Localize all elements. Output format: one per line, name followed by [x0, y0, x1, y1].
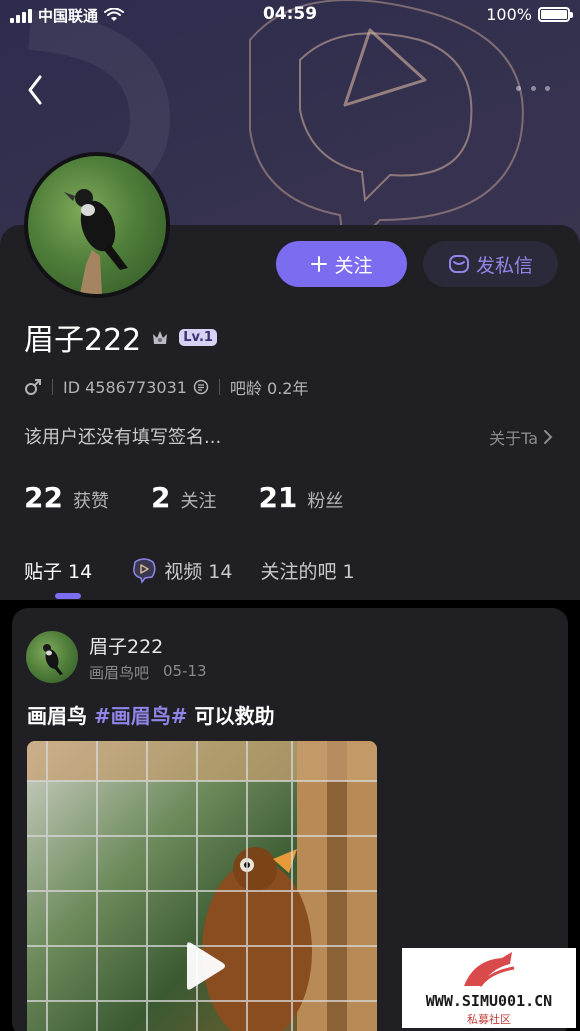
about-label: 关于Ta	[489, 429, 538, 448]
bar-age: 吧龄 0.2年	[229, 379, 309, 398]
stat-likes[interactable]: 22 获赞	[24, 481, 109, 514]
watermark-text: WWW.SIMU001.CN	[425, 992, 553, 1010]
more-dot-icon	[516, 85, 521, 91]
divider	[218, 379, 220, 395]
message-button-label: 发私信	[475, 254, 533, 277]
battery-icon	[538, 7, 573, 22]
user-id: ID 4586773031	[63, 377, 187, 397]
follow-button[interactable]: 关注	[276, 241, 407, 287]
mail-icon	[448, 255, 469, 273]
more-dot-icon	[545, 85, 550, 91]
post-title-prefix: 画眉鸟	[27, 704, 94, 728]
play-icon[interactable]	[173, 937, 231, 995]
post-video-thumbnail[interactable]	[27, 741, 377, 1031]
crown-badge-icon	[153, 331, 168, 344]
status-right: 100%	[486, 5, 573, 24]
watermark-logo	[464, 952, 515, 987]
stats-row: 22 获赞 2 关注 21 粉丝	[24, 481, 385, 514]
watermark-subtitle: 私募社区	[467, 1013, 511, 1026]
tab-followed-bars[interactable]: 关注的吧 1	[260, 557, 354, 584]
more-dot-icon	[530, 85, 536, 91]
stat-likes-label: 获赞	[72, 491, 109, 512]
name-row: 眉子222 Lv.1	[24, 315, 217, 359]
stat-fans-label: 粉丝	[307, 491, 344, 512]
tab-videos[interactable]: 视频 14	[130, 556, 232, 584]
chevron-right-icon	[544, 430, 553, 444]
stat-fans-value: 21	[258, 481, 298, 514]
bird-avatar-image	[64, 189, 128, 294]
male-icon	[25, 379, 41, 395]
status-bar: 中国联通 04:59 100%	[0, 0, 580, 30]
stat-likes-value: 22	[24, 481, 63, 514]
stat-following-label: 关注	[180, 491, 217, 512]
post-author-name[interactable]: 眉子222	[89, 632, 163, 659]
message-button[interactable]: 发私信	[423, 241, 558, 287]
about-link[interactable]: 关于Ta	[489, 425, 554, 449]
post-forum[interactable]: 画眉鸟吧	[89, 662, 149, 683]
post-meta: 画眉鸟吧 05-13	[89, 662, 207, 683]
video-tab-icon	[133, 558, 156, 584]
post-hashtag[interactable]: #画眉鸟#	[94, 704, 188, 728]
tab-posts-label: 贴子 14	[24, 560, 93, 583]
post-author-avatar[interactable]	[26, 631, 78, 683]
post-title[interactable]: 画眉鸟 #画眉鸟# 可以救助	[27, 700, 274, 729]
user-signature: 该用户还没有填写签名...	[24, 427, 222, 448]
bird-avatar-image	[43, 644, 63, 675]
stat-following-value: 2	[150, 481, 171, 514]
follow-button-label: 关注	[334, 254, 373, 277]
watermark: WWW.SIMU001.CN 私募社区	[402, 948, 576, 1028]
tab-followed-bars-label: 关注的吧 1	[260, 560, 355, 583]
profile-avatar[interactable]	[24, 152, 170, 298]
tab-posts[interactable]: 贴子 14	[24, 557, 93, 599]
stat-fans[interactable]: 21 粉丝	[258, 481, 343, 514]
post-date: 05-13	[163, 662, 207, 680]
more-button[interactable]	[516, 82, 550, 94]
back-button[interactable]	[22, 70, 52, 110]
battery-percent: 100%	[486, 5, 532, 24]
chevron-left-icon	[28, 75, 42, 105]
copy-icon[interactable]	[193, 379, 209, 395]
tab-videos-label: 视频 14	[164, 560, 233, 583]
plus-icon	[311, 256, 328, 272]
post-title-suffix: 可以救助	[187, 704, 275, 728]
info-row: ID 4586773031 吧龄 0.2年	[24, 375, 308, 399]
profile-tabs: 贴子 14 视频 14 关注的吧 1	[24, 550, 383, 599]
profile-name: 眉子222	[24, 323, 142, 358]
divider	[52, 379, 53, 395]
level-badge: Lv.1	[179, 328, 217, 346]
stat-following[interactable]: 2 关注	[151, 481, 216, 514]
